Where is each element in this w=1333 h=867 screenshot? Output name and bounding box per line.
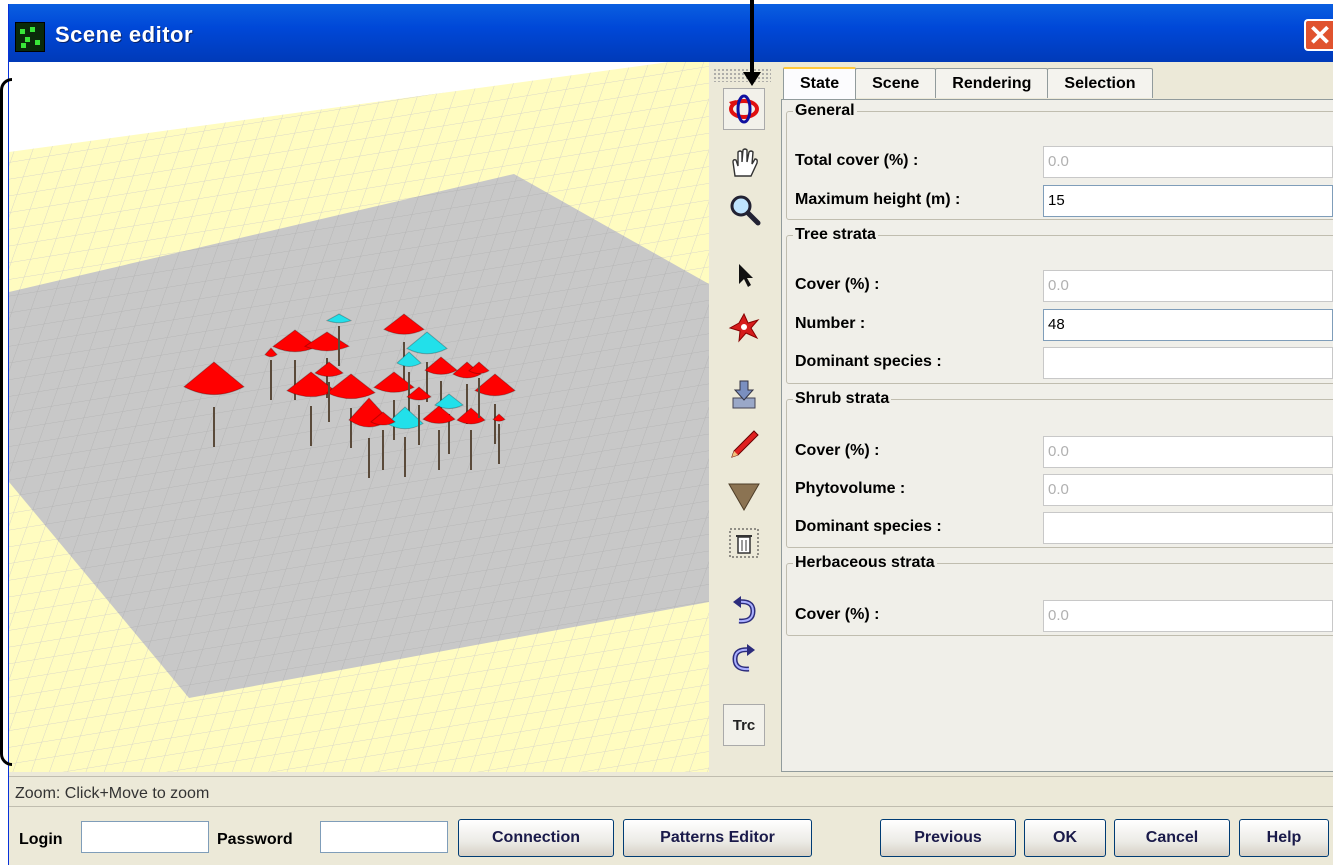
close-button[interactable]: ✕	[1304, 19, 1333, 51]
trc-label: Trc	[732, 716, 756, 734]
password-input[interactable]	[320, 821, 448, 853]
patterns-editor-button[interactable]: Patterns Editor	[623, 819, 812, 857]
trash-icon[interactable]	[723, 522, 765, 564]
scene-canvas	[9, 62, 709, 772]
shrub-dominant-row: Dominant species :	[795, 512, 1333, 544]
herbaceous-strata-group: Herbaceous strata Cover (%) : 0.0	[786, 554, 1333, 636]
tree-strata-legend: Tree strata	[795, 226, 876, 243]
state-tab-content: General Total cover (%) : 0.0 Maximum he…	[781, 99, 1333, 772]
phytovolume-label: Phytovolume :	[795, 480, 906, 497]
shrub-cover-label: Cover (%) :	[795, 442, 880, 459]
window-title: Scene editor	[55, 22, 194, 47]
shrub-dominant-field[interactable]	[1043, 512, 1333, 544]
shrub-cover-row: Cover (%) : 0.0	[795, 436, 1333, 468]
total-cover-field: 0.0	[1043, 146, 1333, 178]
status-bar: Zoom: Click+Move to zoom	[9, 776, 1333, 807]
tree-number-label: Number :	[795, 315, 866, 332]
tree-number-field[interactable]: 48	[1043, 309, 1333, 341]
rotate-icon[interactable]	[723, 88, 765, 130]
general-legend: General	[795, 102, 855, 119]
pencil-icon[interactable]	[723, 424, 765, 466]
general-group: General Total cover (%) : 0.0 Maximum he…	[786, 102, 1333, 220]
random-scatter-icon[interactable]	[723, 306, 765, 348]
connection-button[interactable]: Connection	[458, 819, 614, 857]
shrub-cover-field: 0.0	[1043, 436, 1333, 468]
login-label: Login	[19, 831, 63, 848]
herb-cover-label: Cover (%) :	[795, 606, 880, 623]
properties-panel: State Scene Rendering Selection General …	[775, 62, 1333, 772]
phytovolume-row: Phytovolume : 0.0	[795, 474, 1333, 506]
app-icon	[15, 22, 45, 52]
redo-icon[interactable]	[723, 638, 765, 680]
trc-button[interactable]: Trc	[723, 704, 765, 746]
tree-cover-row: Cover (%) : 0.0	[795, 270, 1333, 302]
scene-editor-window: Scene editor ✕ Trc State Scene Rendering…	[8, 4, 1333, 865]
pan-hand-icon[interactable]	[723, 142, 765, 184]
password-label: Password	[217, 831, 293, 848]
total-cover-label: Total cover (%) :	[795, 152, 919, 169]
tree-cover-label: Cover (%) :	[795, 276, 880, 293]
toolbar-grip[interactable]	[713, 68, 771, 82]
zoom-magnifier-icon[interactable]	[723, 188, 765, 230]
tree-cover-field: 0.0	[1043, 270, 1333, 302]
title-bar[interactable]: Scene editor ✕	[9, 4, 1333, 62]
tab-scene[interactable]: Scene	[855, 68, 937, 98]
tab-state[interactable]: State	[783, 67, 857, 100]
bottom-bar: Login Password Connection Patterns Edito…	[9, 806, 1333, 866]
tree-dominant-field[interactable]	[1043, 347, 1333, 379]
annotation-bracket	[0, 78, 12, 766]
max-height-field[interactable]: 15	[1043, 185, 1333, 217]
annotation-arrow-head	[743, 72, 761, 86]
scene-3d-viewport[interactable]	[9, 62, 709, 772]
herb-cover-row: Cover (%) : 0.0	[795, 600, 1333, 632]
select-arrow-icon[interactable]	[723, 254, 765, 296]
previous-button[interactable]: Previous	[880, 819, 1016, 857]
cancel-button[interactable]: Cancel	[1114, 819, 1230, 857]
import-icon[interactable]	[723, 374, 765, 416]
help-button[interactable]: Help	[1239, 819, 1329, 857]
tree-dominant-label: Dominant species :	[795, 353, 942, 370]
shrub-strata-group: Shrub strata Cover (%) : 0.0 Phytovolume…	[786, 390, 1333, 548]
shrub-strata-legend: Shrub strata	[795, 390, 890, 407]
tree-strata-group: Tree strata Cover (%) : 0.0 Number : 48 …	[786, 226, 1333, 384]
phytovolume-field: 0.0	[1043, 474, 1333, 506]
herbaceous-strata-legend: Herbaceous strata	[795, 554, 935, 571]
ok-button[interactable]: OK	[1024, 819, 1106, 857]
shrub-dominant-label: Dominant species :	[795, 518, 942, 535]
undo-icon[interactable]	[723, 590, 765, 632]
login-input[interactable]	[81, 821, 209, 853]
cone-shape-icon[interactable]	[723, 474, 765, 516]
annotation-arrow-line	[750, 0, 754, 78]
herb-cover-field: 0.0	[1043, 600, 1333, 632]
tree-number-row: Number : 48	[795, 309, 1333, 341]
tab-selection[interactable]: Selection	[1047, 68, 1153, 98]
status-text: Zoom: Click+Move to zoom	[15, 785, 210, 802]
tree-dominant-row: Dominant species :	[795, 347, 1333, 379]
max-height-label: Maximum height (m) :	[795, 191, 961, 208]
total-cover-row: Total cover (%) : 0.0	[795, 146, 1333, 178]
tab-rendering[interactable]: Rendering	[935, 68, 1049, 98]
max-height-row: Maximum height (m) : 15	[795, 185, 1333, 217]
tab-strip: State Scene Rendering Selection	[783, 67, 1153, 100]
tool-bar: Trc	[709, 62, 775, 772]
